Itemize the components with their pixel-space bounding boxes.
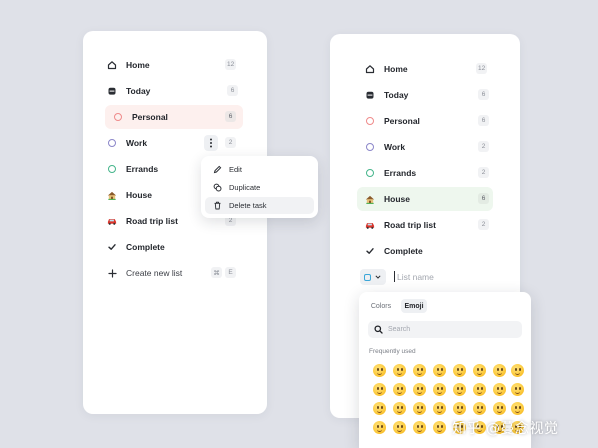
menu-item-label: Duplicate [229, 183, 261, 192]
sidebar-item-home[interactable]: Home 12 [107, 53, 243, 77]
menu-item-edit[interactable]: Edit [205, 161, 314, 178]
sidebar-item-label: Today [126, 86, 151, 96]
count-badge: 6 [227, 85, 238, 96]
count-badge: 2 [478, 141, 489, 152]
menu-item-label: Delete task [229, 201, 267, 210]
color-swatch-icon [364, 273, 371, 281]
sidebar-item-personal[interactable]: Personal 6 [105, 105, 243, 129]
emoji-cell[interactable] [473, 364, 486, 377]
emoji-cell[interactable] [393, 383, 406, 396]
sidebar-item-label: Today [384, 90, 409, 100]
emoji-cell[interactable] [413, 421, 426, 434]
emoji-cell[interactable] [413, 402, 426, 415]
count-badge: 2 [478, 219, 489, 230]
emoji-cell[interactable] [511, 364, 524, 377]
emoji-cell[interactable] [373, 402, 386, 415]
emoji-cell[interactable] [493, 402, 506, 415]
chevron-down-icon [375, 275, 381, 279]
emoji-cell[interactable] [413, 383, 426, 396]
emoji-cell[interactable] [433, 383, 446, 396]
circle-icon [113, 112, 123, 122]
emoji-cell[interactable] [433, 421, 446, 434]
count-badge: 12 [225, 59, 237, 70]
emoji-cell[interactable] [373, 421, 386, 434]
sidebar-item-complete[interactable]: Complete [365, 239, 493, 263]
sidebar-item-label: Complete [384, 246, 423, 256]
emoji-cell[interactable] [453, 364, 466, 377]
emoji-cell[interactable] [393, 402, 406, 415]
watermark: 知乎 @蔓念视觉 [452, 421, 559, 437]
emoji-cell[interactable] [473, 402, 486, 415]
circle-icon [107, 138, 117, 148]
car-emoji-icon [107, 216, 117, 226]
emoji-cell[interactable] [493, 364, 506, 377]
home-icon [365, 64, 375, 74]
shortcut-modifier-key: ⌘ [211, 267, 222, 278]
sidebar-item-today[interactable]: Today 6 [365, 83, 493, 107]
house-emoji-icon [107, 190, 117, 200]
circle-icon [365, 116, 375, 126]
sidebar-item-work[interactable]: Work 2 [107, 131, 243, 155]
house-emoji-icon [365, 194, 375, 204]
count-badge: 2 [225, 137, 236, 148]
emoji-cell[interactable] [373, 364, 386, 377]
sidebar-item-label: House [384, 194, 410, 204]
checkmark-icon [107, 242, 117, 252]
menu-item-delete-task[interactable]: Delete task [205, 197, 314, 214]
emoji-cell[interactable] [433, 402, 446, 415]
context-menu: Edit Duplicate Delete task [201, 156, 318, 218]
shortcut-key: E [225, 267, 236, 278]
emoji-cell[interactable] [373, 383, 386, 396]
sidebar-item-errands[interactable]: Errands 2 [365, 161, 493, 185]
sidebar-item-work[interactable]: Work 2 [365, 135, 493, 159]
left-list-panel: Home 12 Today 6 Personal 6 Work 2 Errand… [83, 31, 267, 414]
sidebar-item-home[interactable]: Home 12 [365, 57, 493, 81]
duplicate-icon [213, 183, 222, 192]
car-emoji-icon [365, 220, 375, 230]
home-icon [107, 60, 117, 70]
count-badge: 6 [478, 193, 489, 204]
sidebar-item-complete[interactable]: Complete [107, 235, 243, 259]
emoji-cell[interactable] [511, 402, 524, 415]
count-badge: 6 [478, 115, 489, 126]
sidebar-item-road-trip-list[interactable]: Road trip list 2 [365, 213, 493, 237]
emoji-cell[interactable] [473, 383, 486, 396]
count-badge: 12 [476, 63, 488, 74]
count-badge: 6 [225, 111, 236, 122]
emoji-cell[interactable] [453, 402, 466, 415]
circle-icon [107, 164, 117, 174]
more-options-icon[interactable] [204, 135, 218, 151]
emoji-cell[interactable] [413, 364, 426, 377]
circle-icon [365, 168, 375, 178]
menu-item-duplicate[interactable]: Duplicate [205, 179, 314, 196]
emoji-cell[interactable] [453, 383, 466, 396]
count-badge: 6 [478, 89, 489, 100]
icon-picker-trigger[interactable] [360, 269, 386, 285]
sidebar-item-label: Work [384, 142, 406, 152]
text-cursor [394, 271, 395, 282]
sidebar-item-house[interactable]: House 6 [357, 187, 493, 211]
menu-item-label: Edit [229, 165, 242, 174]
inbox-icon [107, 86, 117, 96]
trash-icon [213, 201, 222, 210]
sidebar-item-label: Personal [384, 116, 420, 126]
inbox-icon [365, 90, 375, 100]
sidebar-item-personal[interactable]: Personal 6 [365, 109, 493, 133]
emoji-cell[interactable] [493, 383, 506, 396]
create-new-list-button[interactable]: Create new list ⌘ E [107, 261, 243, 285]
sidebar-item-today[interactable]: Today 6 [107, 79, 243, 103]
emoji-cell[interactable] [393, 421, 406, 434]
checkmark-icon [365, 246, 375, 256]
pencil-icon [213, 165, 222, 174]
sidebar-item-label: Complete [126, 242, 165, 252]
emoji-cell[interactable] [511, 383, 524, 396]
list-name-input[interactable]: List name [397, 272, 434, 282]
sidebar-item-label: Errands [384, 168, 417, 178]
emoji-cell[interactable] [433, 364, 446, 377]
count-badge: 2 [478, 167, 489, 178]
plus-icon [107, 268, 117, 278]
sidebar-item-label: Road trip list [384, 220, 436, 230]
circle-icon [365, 142, 375, 152]
emoji-cell[interactable] [393, 364, 406, 377]
